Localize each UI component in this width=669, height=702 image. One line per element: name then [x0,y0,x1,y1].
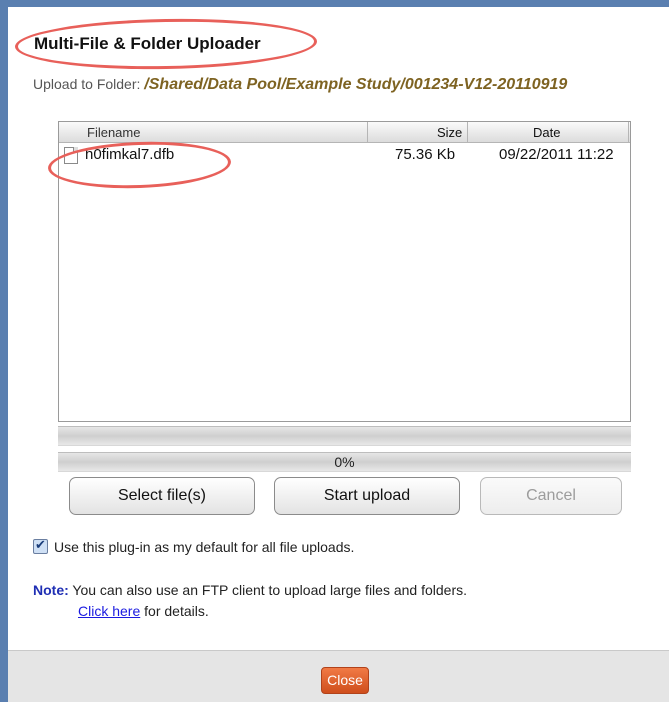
default-plugin-label: Use this plug-in as my default for all f… [54,539,355,555]
default-plugin-checkbox[interactable] [33,537,48,554]
column-filename[interactable]: Filename [87,125,140,140]
file-date: 09/22/2011 11:22 [499,146,614,163]
file-list[interactable]: Filename Size Date h0fimkal7.dfb 75.36 K… [58,121,631,422]
upload-destination: Upload to Folder: /Shared/Data Pool/Exam… [33,74,633,95]
file-name: h0fimkal7.dfb [85,146,175,163]
file-size: 75.36 Kb [395,146,456,163]
note-label: Note: [33,582,69,598]
upload-to-label: Upload to Folder: [33,76,145,92]
details-link[interactable]: Click here [78,603,140,619]
default-plugin-option: Use this plug-in as my default for all f… [33,537,355,555]
uploader-dialog: Multi-File & Folder Uploader Upload to F… [8,7,669,702]
file-list-header: Filename Size Date [59,122,630,143]
column-date[interactable]: Date [533,125,560,140]
dialog-footer: Close [8,650,669,702]
dialog-title: Multi-File & Folder Uploader [34,34,261,53]
file-row[interactable]: h0fimkal7.dfb 75.36 Kb 09/22/2011 11:22 [59,144,630,166]
total-progress-bar: 0% [58,452,631,472]
upload-path: /Shared/Data Pool/Example Study/001234-V… [144,76,568,93]
start-upload-button[interactable]: Start upload [274,477,460,515]
ftp-note: Note: You can also use an FTP client to … [33,580,467,622]
file-progress-bar [58,426,631,446]
cancel-button[interactable]: Cancel [480,477,622,515]
close-button[interactable]: Close [321,667,369,694]
column-size[interactable]: Size [437,125,462,140]
select-files-button[interactable]: Select file(s) [69,477,255,515]
note-link-suffix: for details. [140,603,209,619]
note-text: You can also use an FTP client to upload… [72,582,468,598]
document-icon [64,147,78,164]
